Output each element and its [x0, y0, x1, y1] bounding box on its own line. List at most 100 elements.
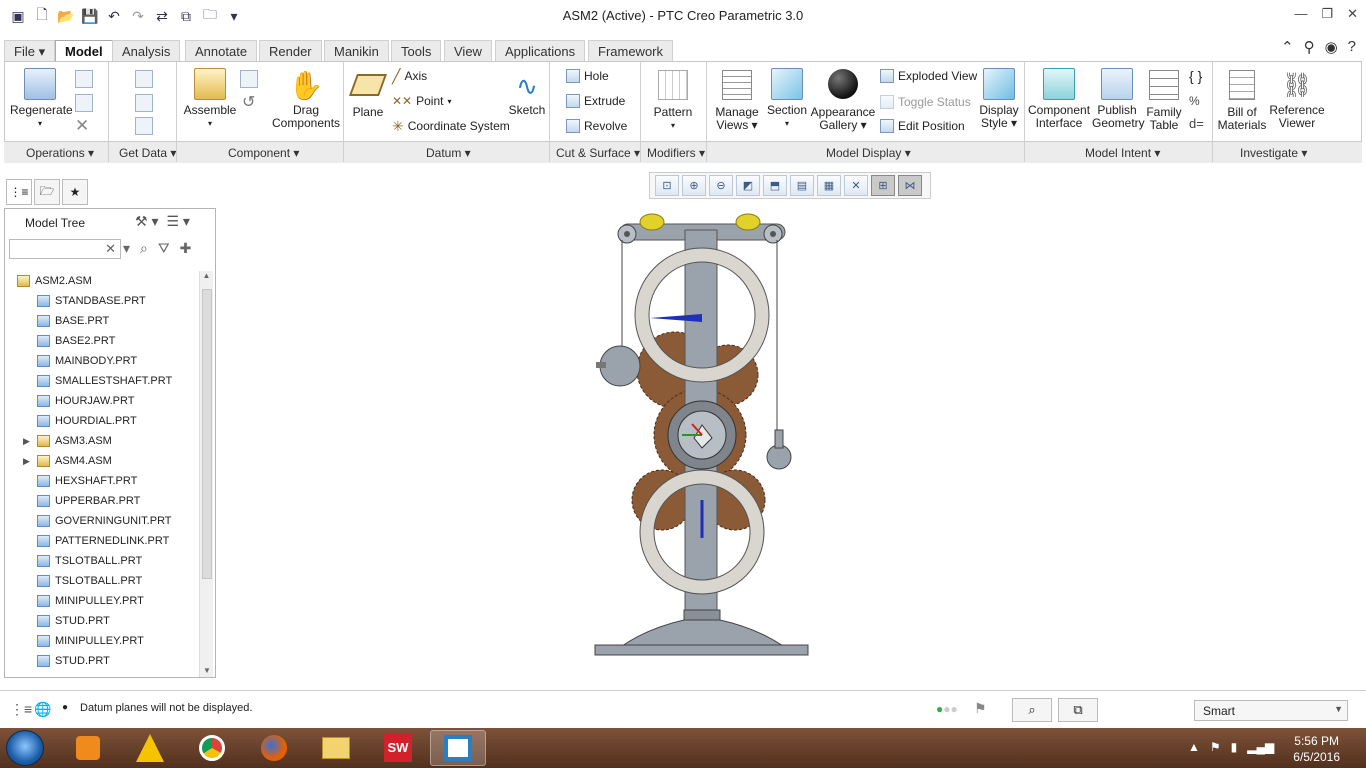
restore-icon[interactable]: ❐: [1321, 6, 1333, 22]
tab-annotate[interactable]: Annotate: [185, 40, 258, 62]
show-hidden-icons-icon[interactable]: ▲: [1188, 740, 1200, 754]
tree-item[interactable]: STANDBASE.PRT: [5, 291, 199, 311]
view-manager-icon[interactable]: ▦: [817, 175, 841, 196]
scrollbar-thumb[interactable]: [202, 289, 212, 579]
repeat-icon[interactable]: ↺: [242, 92, 255, 112]
drag-components-button[interactable]: ✋ Drag Components: [272, 68, 340, 130]
creo-taskbar-icon[interactable]: [430, 730, 486, 766]
tree-item[interactable]: SMALLESTSHAFT.PRT: [5, 371, 199, 391]
tab-applications[interactable]: Applications: [495, 40, 586, 62]
file-explorer-icon[interactable]: [308, 730, 364, 766]
tab-tools[interactable]: Tools: [391, 40, 442, 62]
group-investigate[interactable]: Investigate ▾: [1240, 146, 1307, 160]
group-model-display[interactable]: Model Display ▾: [826, 146, 911, 160]
autocad-icon[interactable]: [122, 730, 178, 766]
tree-item[interactable]: PATTERNEDLINK.PRT: [5, 531, 199, 551]
refit-icon[interactable]: ⊡: [655, 175, 679, 196]
section-button[interactable]: Section ▾: [764, 68, 810, 130]
tree-scrollbar[interactable]: ▲ ▼: [199, 271, 213, 677]
family-table-button[interactable]: Family Table: [1144, 68, 1184, 132]
minimize-icon[interactable]: —: [1294, 6, 1307, 22]
tree-item[interactable]: ASM2.ASM: [5, 271, 199, 291]
coordinate-system-button[interactable]: ✳ Coordinate System: [392, 117, 510, 135]
create-component-icon[interactable]: [240, 70, 258, 88]
close-icon[interactable]: ✕: [1347, 6, 1358, 22]
hole-button[interactable]: Hole: [566, 67, 609, 85]
collapse-ribbon-icon[interactable]: ⌃: [1281, 38, 1294, 56]
tree-item[interactable]: STUD.PRT: [5, 651, 199, 671]
group-model-intent[interactable]: Model Intent ▾: [1085, 146, 1160, 160]
datum-display-filters-icon[interactable]: ✕: [844, 175, 868, 196]
sketch-button[interactable]: ∿ Sketch: [506, 68, 548, 117]
display-style-button[interactable]: Display Style ▾: [976, 68, 1022, 130]
tab-view[interactable]: View: [444, 40, 492, 62]
relations-icon[interactable]: { }: [1189, 68, 1202, 84]
publish-geometry-button[interactable]: Publish Geometry: [1092, 68, 1145, 130]
revolve-button[interactable]: Revolve: [566, 117, 627, 135]
firefox-icon[interactable]: [246, 730, 302, 766]
expand-arrow-icon[interactable]: ▶: [23, 431, 30, 451]
flag-icon[interactable]: ⚑: [974, 700, 987, 717]
exploded-view-button[interactable]: Exploded View: [880, 67, 977, 85]
ptc-community-icon[interactable]: ◉: [1325, 38, 1338, 56]
system-clock[interactable]: 5:56 PM 6/5/2016: [1293, 733, 1340, 765]
show-browser-icon[interactable]: 🌐: [34, 701, 51, 718]
copy-geometry-icon[interactable]: [135, 94, 153, 112]
model-tree-tab-icon[interactable]: ⋮≡: [6, 179, 32, 205]
pattern-button[interactable]: Pattern ▾: [648, 68, 698, 132]
user-defined-feature-icon[interactable]: [135, 70, 153, 88]
tree-item[interactable]: ▶ ASM4.ASM: [5, 451, 199, 471]
start-button-icon[interactable]: [6, 730, 44, 766]
delete-icon[interactable]: ✕: [75, 116, 89, 136]
favorites-tab-icon[interactable]: ★: [62, 179, 88, 205]
group-get-data[interactable]: Get Data ▾: [119, 146, 176, 160]
filter-icon[interactable]: ⛛: [158, 240, 170, 257]
display-style-icon[interactable]: ⬒: [763, 175, 787, 196]
group-datum[interactable]: Datum ▾: [426, 146, 471, 160]
spin-center-icon[interactable]: ⊞: [871, 175, 895, 196]
point-button[interactable]: ✕✕ Point ▾: [392, 92, 451, 110]
tree-item[interactable]: BASE.PRT: [5, 311, 199, 331]
zoom-out-icon[interactable]: ⊖: [709, 175, 733, 196]
plane-button[interactable]: Plane: [348, 68, 388, 119]
help-icon[interactable]: ?: [1348, 38, 1356, 56]
tree-item[interactable]: STUD.PRT: [5, 611, 199, 631]
assemble-button[interactable]: Assemble ▾: [182, 68, 238, 130]
folder-browser-tab-icon[interactable]: 🗁: [34, 179, 60, 205]
action-center-flag-icon[interactable]: ⚑: [1210, 740, 1221, 754]
shrinkwrap-icon[interactable]: [135, 117, 153, 135]
manage-views-button[interactable]: Manage Views ▾: [710, 68, 764, 132]
zoom-in-icon[interactable]: ⊕: [682, 175, 706, 196]
find-binoculars-icon[interactable]: ⌕: [140, 240, 148, 257]
show-navigator-icon[interactable]: ⋮≡: [10, 701, 32, 718]
regenerate-button[interactable]: Regenerate ▾: [10, 68, 73, 130]
axis-button[interactable]: ╱ Axis: [392, 67, 427, 85]
saved-orientations-icon[interactable]: ▤: [790, 175, 814, 196]
group-modifiers[interactable]: Modifiers ▾: [647, 146, 705, 160]
paste-icon[interactable]: [75, 94, 93, 112]
tab-render[interactable]: Render: [259, 40, 322, 62]
selection-filter-select[interactable]: Smart ▼: [1194, 700, 1348, 721]
tree-item[interactable]: HOURJAW.PRT: [5, 391, 199, 411]
tree-item[interactable]: MINIPULLEY.PRT: [5, 591, 199, 611]
find-icon[interactable]: ⌕: [1012, 698, 1052, 722]
copy-icon[interactable]: [75, 70, 93, 88]
reference-viewer-button[interactable]: ⛓ Reference Viewer: [1268, 68, 1326, 130]
tab-model[interactable]: Model: [55, 40, 113, 62]
tree-search-input[interactable]: ✕: [9, 239, 121, 259]
search-dropdown-icon[interactable]: ▾: [123, 240, 130, 257]
tree-show-icon[interactable]: ☰ ▾: [166, 213, 189, 230]
group-operations[interactable]: Operations ▾: [26, 146, 94, 160]
tree-settings-icon[interactable]: ⚒ ▾: [135, 213, 158, 230]
power-icon[interactable]: ▮: [1231, 740, 1238, 754]
repaint-icon[interactable]: ◩: [736, 175, 760, 196]
solidworks-icon[interactable]: SW: [370, 730, 426, 766]
tree-item[interactable]: MINIPULLEY.PRT: [5, 631, 199, 651]
annotation-display-icon[interactable]: ⋈: [898, 175, 922, 196]
group-component[interactable]: Component ▾: [228, 146, 299, 160]
tree-item[interactable]: BASE2.PRT: [5, 331, 199, 351]
group-cut-surface[interactable]: Cut & Surface ▾: [556, 146, 640, 160]
chrome-icon[interactable]: [184, 730, 240, 766]
clock-model-graphic[interactable]: [590, 210, 820, 660]
tree-item[interactable]: TSLOTBALL.PRT: [5, 551, 199, 571]
